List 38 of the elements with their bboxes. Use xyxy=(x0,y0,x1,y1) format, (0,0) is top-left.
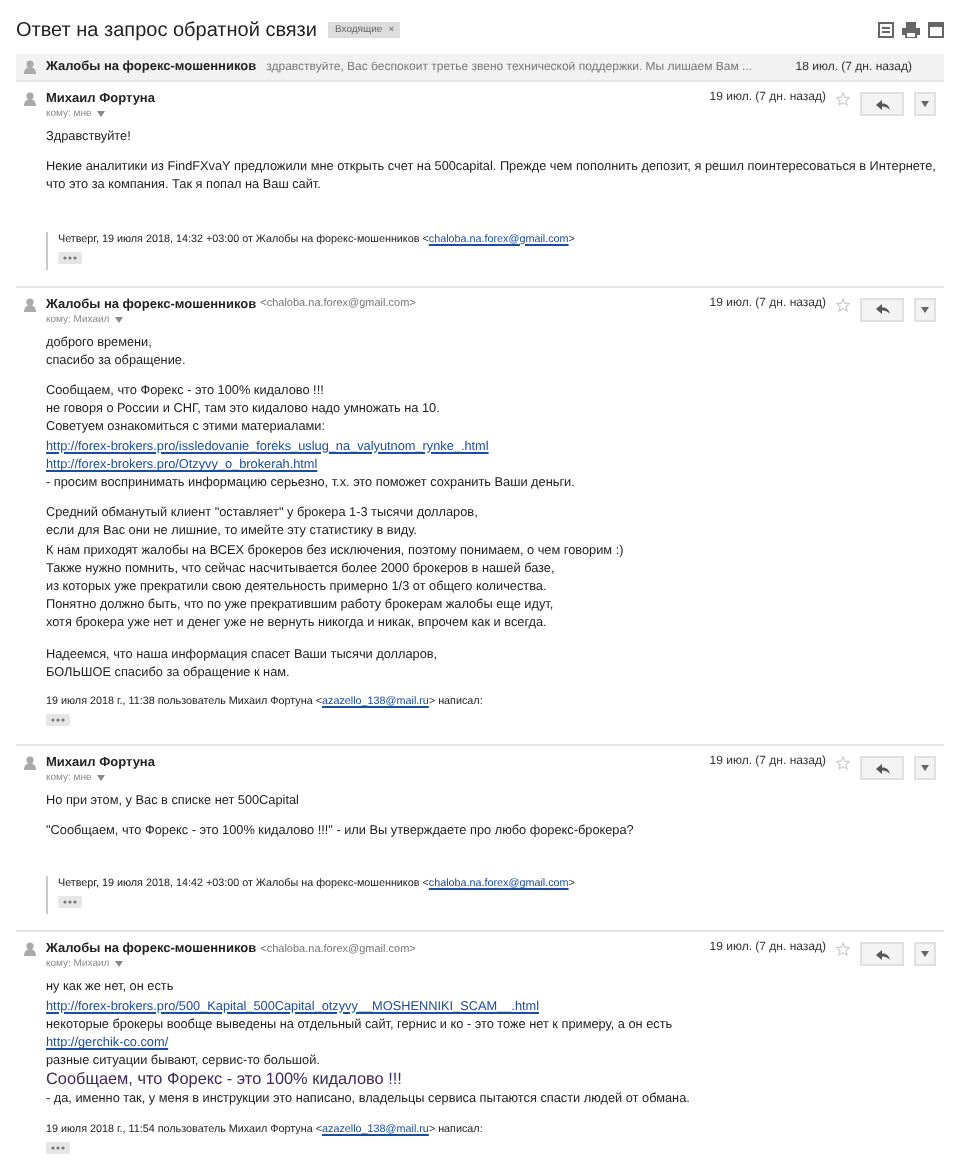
contact-icon xyxy=(24,60,36,74)
caret-icon xyxy=(920,305,930,314)
star-icon[interactable] xyxy=(836,297,850,312)
more-options-button[interactable] xyxy=(914,942,936,967)
contact-icon xyxy=(24,92,36,106)
show-trimmed-content-icon[interactable] xyxy=(58,896,82,909)
caret-icon[interactable] xyxy=(95,110,106,118)
expand-all-icon[interactable] xyxy=(878,22,894,38)
contact-icon xyxy=(24,942,36,957)
caret-icon xyxy=(920,950,930,959)
star-icon[interactable] xyxy=(836,92,850,106)
star-icon[interactable] xyxy=(836,756,850,771)
contact-icon xyxy=(24,756,36,771)
show-trimmed-content-icon[interactable] xyxy=(58,251,82,264)
reply-button[interactable] xyxy=(860,756,904,781)
more-options-button[interactable] xyxy=(914,92,936,116)
caret-icon xyxy=(920,764,930,773)
reply-icon xyxy=(875,304,889,315)
more-options-button[interactable] xyxy=(914,297,936,322)
reply-button[interactable] xyxy=(860,297,904,322)
print-icon[interactable] xyxy=(902,22,920,38)
body-text: Сообщаем, что Форекс - это 100% кидалово !!! xyxy=(46,1070,402,1091)
star-icon[interactable] xyxy=(836,942,850,957)
caret-icon[interactable] xyxy=(95,774,106,783)
reply-icon xyxy=(875,763,889,774)
caret-icon[interactable] xyxy=(113,315,124,324)
caret-icon xyxy=(920,100,930,108)
reply-button[interactable] xyxy=(860,942,904,967)
thread-title: Ответ на запрос обратной связи xyxy=(16,19,317,41)
more-options-button[interactable] xyxy=(914,756,936,781)
caret-icon[interactable] xyxy=(113,960,124,969)
show-trimmed-content-icon[interactable] xyxy=(46,1141,70,1154)
reply-icon xyxy=(875,949,889,960)
reply-button[interactable] xyxy=(860,92,904,116)
show-trimmed-content-icon[interactable] xyxy=(46,714,70,727)
new-window-icon[interactable] xyxy=(928,22,944,38)
contact-icon xyxy=(24,297,36,312)
reply-icon xyxy=(875,99,889,109)
